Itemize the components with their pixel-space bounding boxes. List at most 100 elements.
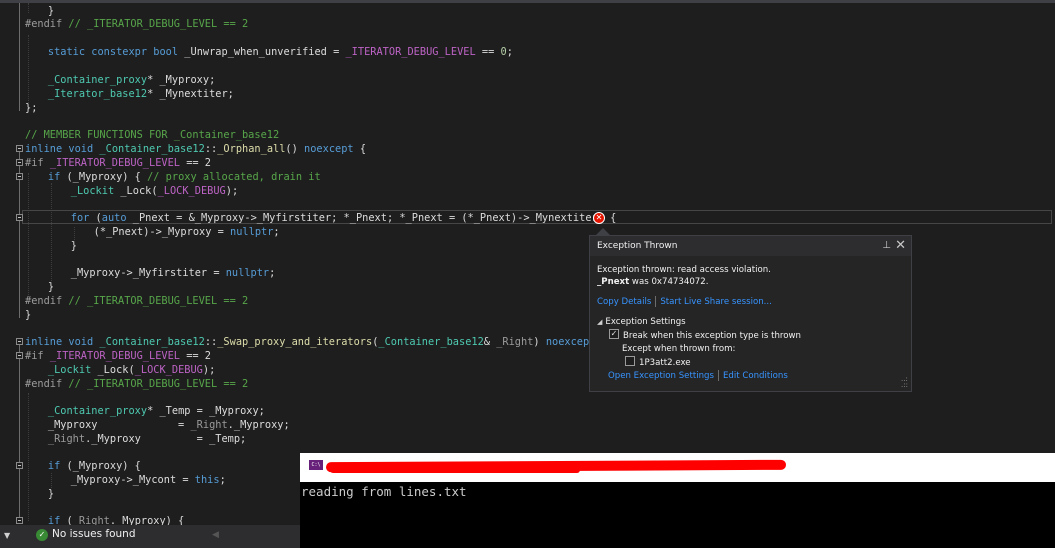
fold-toggle-icon[interactable]: [16, 338, 23, 345]
code-text: _Myproxy = _Right._Myproxy;: [48, 418, 290, 432]
code-text: #endif // _ITERATOR_DEBUG_LEVEL == 2: [25, 377, 248, 391]
code-token: #if: [25, 157, 44, 169]
code-token: ;: [219, 474, 226, 486]
code-token: // MEMBER FUNCTIONS FOR _Container_base1…: [25, 129, 280, 141]
code-token: _Right: [47, 433, 86, 445]
exception-popup: Exception Thrown ⊥ ✕ Exception thrown: r…: [589, 235, 912, 392]
code-line[interactable]: inline void _Container_base12::_Orphan_a…: [0, 142, 1055, 156]
popup-title: Exception Thrown: [597, 241, 678, 251]
live-share-link[interactable]: Start Live Share session...: [660, 297, 772, 307]
code-token: }: [47, 5, 55, 17]
console-titlebar[interactable]: C:\: [300, 453, 1055, 482]
exception-settings-toggle[interactable]: ◢ Exception Settings: [597, 316, 904, 330]
code-text: // MEMBER FUNCTIONS FOR _Container_base1…: [25, 128, 279, 142]
code-line[interactable]: _Container_proxy* _Temp = _Myproxy;: [0, 404, 1055, 418]
fold-toggle-icon[interactable]: [16, 462, 23, 469]
popup-pointer: [596, 228, 610, 235]
code-token: _Lock(: [91, 364, 135, 376]
code-line[interactable]: };: [0, 101, 1055, 115]
error-icon[interactable]: ✕: [593, 212, 605, 224]
code-token: }: [25, 309, 32, 321]
code-token: _Container_base12: [99, 143, 205, 155]
code-token: }: [47, 281, 55, 293]
fold-toggle-icon[interactable]: [16, 352, 23, 359]
code-line[interactable]: if (_Myproxy) { // proxy allocated, drai…: [0, 170, 1055, 184]
dropdown-arrow-icon[interactable]: ▼: [4, 531, 10, 540]
code-token: _LOCK_DEBUG: [134, 364, 203, 376]
pin-icon[interactable]: ⊥: [882, 236, 891, 256]
code-text: _Lockit _Lock(_LOCK_DEBUG);: [48, 363, 215, 377]
code-line[interactable]: #endif // _ITERATOR_DEBUG_LEVEL == 2: [0, 17, 1055, 31]
code-token: _LOCK_DEBUG: [157, 185, 226, 197]
redaction-mark: [330, 467, 580, 473]
module-row[interactable]: 1P3att2.exe: [597, 356, 904, 371]
code-text: #endif // _ITERATOR_DEBUG_LEVEL == 2: [25, 17, 248, 31]
code-token: == 2: [180, 157, 211, 169]
code-token: {: [353, 143, 367, 155]
code-line[interactable]: _Iterator_base12* _Mynextiter;: [0, 87, 1055, 101]
code-line[interactable]: _Right._Myproxy = _Temp;: [0, 432, 1055, 446]
fold-toggle-icon[interactable]: [16, 214, 23, 221]
code-token: noexcept: [545, 336, 596, 348]
code-token: _ITERATOR_DEBUG_LEVEL: [49, 157, 180, 169]
code-line[interactable]: static constexpr bool _Unwrap_when_unver…: [0, 45, 1055, 59]
code-line[interactable]: #if _ITERATOR_DEBUG_LEVEL == 2: [0, 156, 1055, 170]
fold-toggle-icon[interactable]: [16, 173, 23, 180]
code-token: ::: [204, 336, 218, 348]
code-text: inline void _Container_base12::_Orphan_a…: [25, 142, 366, 156]
module-checkbox[interactable]: [625, 356, 635, 366]
code-text: }: [71, 239, 77, 253]
code-token: auto: [101, 212, 127, 224]
fold-toggle-icon[interactable]: [16, 159, 23, 166]
code-token: _Unwrap_when_unverified =: [178, 46, 346, 58]
variable-name: _Pnext: [597, 277, 630, 287]
fold-toggle-icon[interactable]: [16, 145, 23, 152]
code-token: void: [68, 336, 94, 348]
fold-toggle-icon[interactable]: [16, 517, 23, 524]
code-token: ;: [273, 226, 280, 238]
code-token: noexcept: [304, 143, 354, 155]
code-token: (): [285, 143, 305, 155]
code-token: );: [202, 364, 216, 376]
code-line[interactable]: _Myproxy = _Right._Myproxy;: [0, 418, 1055, 432]
break-when-thrown-checkbox[interactable]: ✓: [609, 329, 619, 339]
code-token: void: [68, 143, 94, 155]
scroll-left-icon[interactable]: ◀: [212, 530, 219, 540]
open-exception-settings-link[interactable]: Open Exception Settings: [608, 371, 714, 381]
code-line[interactable]: _Container_proxy* _Myproxy;: [0, 73, 1055, 87]
code-line[interactable]: _Lockit _Lock(_LOCK_DEBUG);: [0, 184, 1055, 198]
code-token: _Myproxy->_Mycont =: [70, 474, 195, 486]
resize-grip-icon[interactable]: ..:.::: [901, 376, 908, 389]
copy-details-link[interactable]: Copy Details: [597, 297, 651, 307]
exception-message: Exception thrown: read access violation.: [597, 265, 771, 275]
code-token: nullptr: [230, 226, 274, 238]
code-text: static constexpr bool _Unwrap_when_unver…: [48, 45, 513, 59]
code-token: ;: [269, 267, 276, 279]
break-when-thrown-row[interactable]: ✓ Break when this exception type is throw…: [597, 329, 904, 344]
edit-conditions-link[interactable]: Edit Conditions: [723, 371, 788, 381]
code-token: #endif: [25, 18, 63, 30]
code-token: #if: [25, 350, 44, 362]
code-line[interactable]: for (auto _Pnext = &_Myproxy->_Myfirstit…: [0, 210, 1055, 225]
code-token: }: [70, 240, 77, 252]
code-token: ._Myproxy = _Temp;: [85, 433, 247, 445]
code-line[interactable]: // MEMBER FUNCTIONS FOR _Container_base1…: [0, 128, 1055, 142]
code-token: _Myproxy->_Myfirstiter =: [70, 267, 226, 279]
issues-status[interactable]: No issues found: [52, 528, 136, 540]
status-bar: ▼ ✓ No issues found ◀: [0, 525, 300, 548]
code-text: }: [48, 280, 54, 294]
code-token: #endif: [25, 295, 63, 307]
link-separator: [655, 296, 657, 307]
except-when-label: Except when thrown from:: [622, 344, 736, 354]
code-text: _Container_proxy* _Temp = _Myproxy;: [48, 404, 265, 418]
code-token: // _ITERATOR_DEBUG_LEVEL == 2: [62, 295, 249, 307]
code-line[interactable]: }: [0, 4, 1055, 18]
code-text: #if _ITERATOR_DEBUG_LEVEL == 2: [25, 349, 211, 363]
console-icon: C:\: [309, 460, 323, 470]
code-token: == 2: [180, 350, 211, 362]
exception-settings-header: Exception Settings: [605, 317, 686, 327]
code-token: if: [47, 460, 61, 472]
code-token: // _ITERATOR_DEBUG_LEVEL == 2: [62, 378, 249, 390]
close-icon[interactable]: ✕: [895, 236, 906, 256]
console-window[interactable]: reading from lines.txt: [300, 482, 1055, 548]
